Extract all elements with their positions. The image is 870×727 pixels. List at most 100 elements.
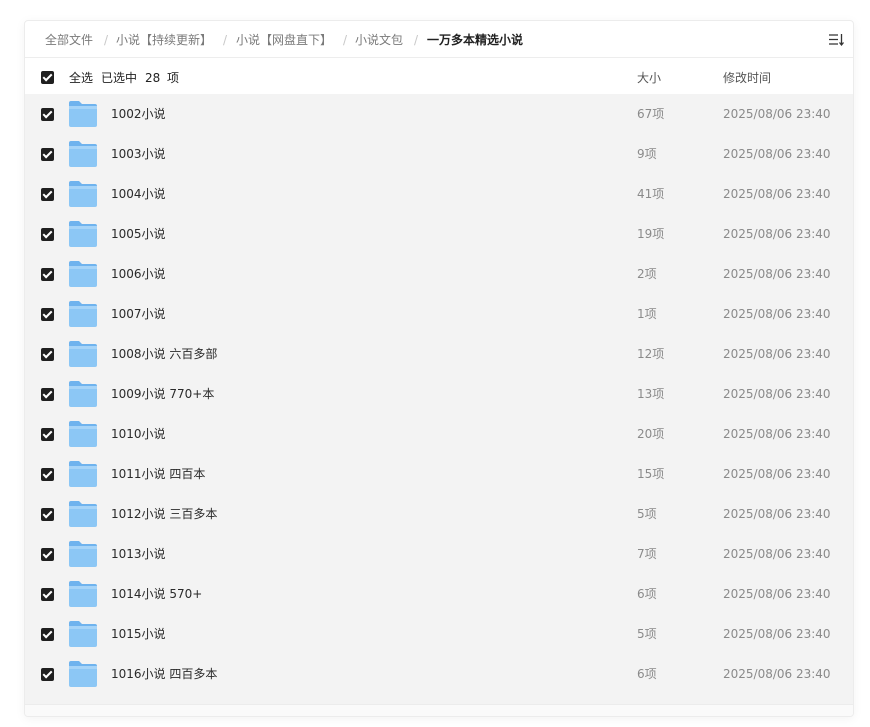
breadcrumb-separator: / [223, 33, 228, 47]
column-header-size[interactable]: 大小 [637, 71, 661, 85]
file-row[interactable]: 1006小说 2项 2025/08/06 23:40 [25, 254, 853, 294]
file-row[interactable]: 1007小说 1项 2025/08/06 23:40 [25, 294, 853, 334]
file-size: 1项 [637, 307, 657, 321]
folder-icon [69, 621, 97, 647]
file-row[interactable]: 1011小说 四百本 15项 2025/08/06 23:40 [25, 454, 853, 494]
row-checkbox[interactable] [41, 388, 54, 401]
folder-icon [69, 421, 97, 447]
breadcrumb-separator: / [343, 33, 348, 47]
file-modified-time: 2025/08/06 23:40 [723, 467, 831, 481]
file-modified-time: 2025/08/06 23:40 [723, 387, 831, 401]
file-size: 67项 [637, 107, 665, 121]
list-header: 全选 已选中 28 项 大小 修改时间 [25, 59, 853, 95]
select-all-label[interactable]: 全选 [69, 71, 93, 85]
file-size: 15项 [637, 467, 665, 481]
file-row[interactable]: 1004小说 41项 2025/08/06 23:40 [25, 174, 853, 214]
row-checkbox[interactable] [41, 508, 54, 521]
file-size: 6项 [637, 667, 657, 681]
breadcrumb-item-novels-updating[interactable]: 小说【持续更新】 [116, 33, 212, 47]
file-name: 1015小说 [111, 627, 166, 641]
file-size: 13项 [637, 387, 665, 401]
file-name: 1003小说 [111, 147, 166, 161]
selected-unit: 项 [167, 71, 180, 85]
breadcrumb-item-current: 一万多本精选小说 [427, 33, 524, 47]
row-checkbox[interactable] [41, 108, 54, 121]
file-size: 20项 [637, 427, 665, 441]
row-checkbox[interactable] [41, 268, 54, 281]
file-name: 1004小说 [111, 187, 166, 201]
row-checkbox[interactable] [41, 628, 54, 641]
breadcrumb-item-novel-pack[interactable]: 小说文包 [355, 33, 403, 47]
folder-icon [69, 221, 97, 247]
selected-count: 28 [145, 71, 161, 85]
file-row[interactable]: 1014小说 570+ 6项 2025/08/06 23:40 [25, 574, 853, 614]
file-rows: 1002小说 67项 2025/08/06 23:40 1003小说 9项 20… [25, 94, 853, 704]
file-modified-time: 2025/08/06 23:40 [723, 107, 831, 121]
file-name: 1002小说 [111, 107, 166, 121]
file-row[interactable]: 1010小说 20项 2025/08/06 23:40 [25, 414, 853, 454]
file-size: 12项 [637, 347, 665, 361]
folder-icon [69, 461, 97, 487]
breadcrumb: 全部文件 / 小说【持续更新】 / 小说【网盘直下】 / 小说文包 / 一万多本… [25, 21, 853, 58]
row-checkbox[interactable] [41, 228, 54, 241]
file-row[interactable]: 1009小说 770+本 13项 2025/08/06 23:40 [25, 374, 853, 414]
file-size: 7项 [637, 547, 657, 561]
folder-icon [69, 541, 97, 567]
file-modified-time: 2025/08/06 23:40 [723, 267, 831, 281]
file-modified-time: 2025/08/06 23:40 [723, 307, 831, 321]
row-checkbox[interactable] [41, 308, 54, 321]
row-checkbox[interactable] [41, 548, 54, 561]
row-checkbox[interactable] [41, 348, 54, 361]
file-row[interactable]: 1013小说 7项 2025/08/06 23:40 [25, 534, 853, 574]
folder-icon [69, 581, 97, 607]
file-size: 41项 [637, 187, 665, 201]
folder-icon [69, 341, 97, 367]
breadcrumb-item-all-files[interactable]: 全部文件 [45, 33, 93, 47]
file-row[interactable]: 1002小说 67项 2025/08/06 23:40 [25, 94, 853, 134]
file-modified-time: 2025/08/06 23:40 [723, 147, 831, 161]
list-footer [25, 704, 853, 716]
breadcrumb-item-novels-direct[interactable]: 小说【网盘直下】 [236, 33, 332, 47]
file-name: 1016小说 四百多本 [111, 667, 218, 681]
file-name: 1005小说 [111, 227, 166, 241]
row-checkbox[interactable] [41, 588, 54, 601]
file-row[interactable]: 1005小说 19项 2025/08/06 23:40 [25, 214, 853, 254]
file-row[interactable]: 1012小说 三百多本 5项 2025/08/06 23:40 [25, 494, 853, 534]
folder-icon [69, 101, 97, 127]
file-modified-time: 2025/08/06 23:40 [723, 547, 831, 561]
file-size: 5项 [637, 627, 657, 641]
file-modified-time: 2025/08/06 23:40 [723, 587, 831, 601]
file-size: 9项 [637, 147, 657, 161]
file-row[interactable]: 1003小说 9项 2025/08/06 23:40 [25, 134, 853, 174]
file-name: 1010小说 [111, 427, 166, 441]
file-row[interactable]: 1015小说 5项 2025/08/06 23:40 [25, 614, 853, 654]
breadcrumb-separator: / [104, 33, 109, 47]
file-name: 1013小说 [111, 547, 166, 561]
file-name: 1012小说 三百多本 [111, 507, 218, 521]
file-modified-time: 2025/08/06 23:40 [723, 667, 831, 681]
file-modified-time: 2025/08/06 23:40 [723, 227, 831, 241]
row-checkbox[interactable] [41, 468, 54, 481]
file-name: 1014小说 570+ [111, 587, 203, 601]
file-modified-time: 2025/08/06 23:40 [723, 427, 831, 441]
row-checkbox[interactable] [41, 668, 54, 681]
file-name: 1008小说 六百多部 [111, 347, 218, 361]
row-checkbox[interactable] [41, 188, 54, 201]
file-modified-time: 2025/08/06 23:40 [723, 507, 831, 521]
file-name: 1007小说 [111, 307, 166, 321]
row-checkbox[interactable] [41, 428, 54, 441]
row-checkbox[interactable] [41, 148, 54, 161]
file-size: 19项 [637, 227, 665, 241]
column-header-modified[interactable]: 修改时间 [723, 71, 771, 85]
file-row[interactable]: 1008小说 六百多部 12项 2025/08/06 23:40 [25, 334, 853, 374]
file-size: 2项 [637, 267, 657, 281]
sort-icon[interactable] [827, 31, 845, 49]
folder-icon [69, 181, 97, 207]
file-size: 6项 [637, 587, 657, 601]
file-row[interactable]: 1016小说 四百多本 6项 2025/08/06 23:40 [25, 654, 853, 694]
folder-icon [69, 381, 97, 407]
file-modified-time: 2025/08/06 23:40 [723, 187, 831, 201]
folder-icon [69, 661, 97, 687]
select-all-checkbox[interactable] [41, 71, 54, 84]
file-name: 1011小说 四百本 [111, 467, 206, 481]
